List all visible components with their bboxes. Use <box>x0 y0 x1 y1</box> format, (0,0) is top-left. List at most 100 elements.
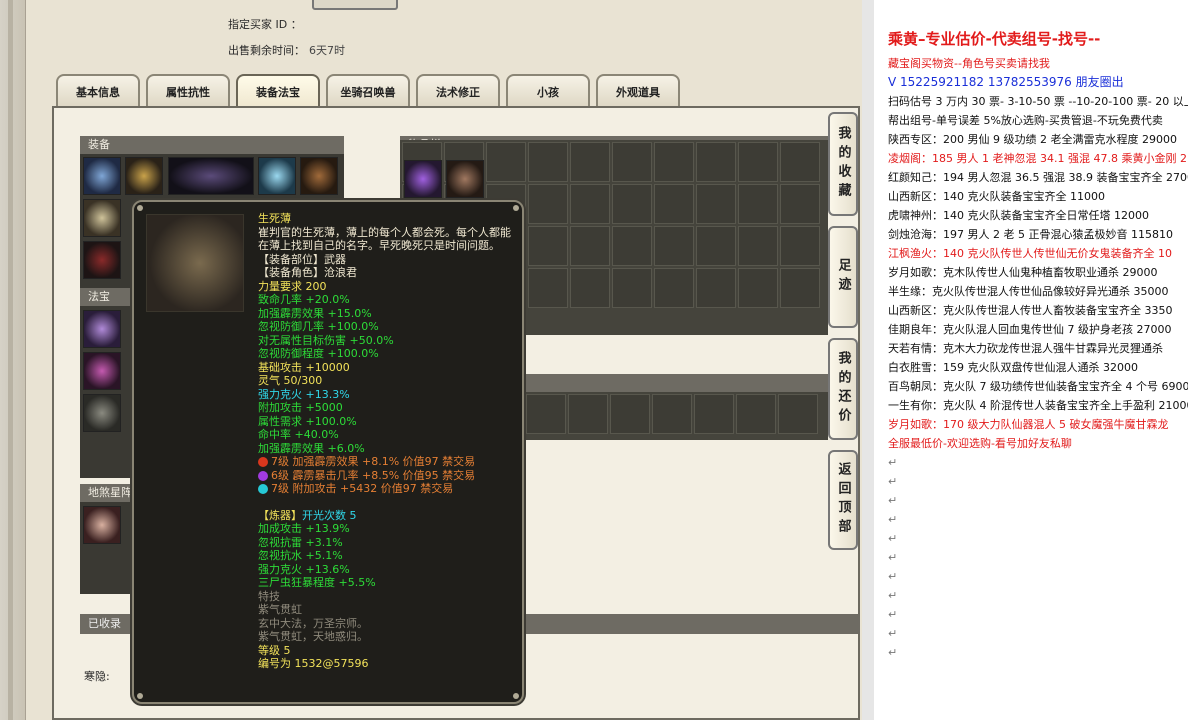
item-slot: 【装备部位】武器 <box>258 252 346 266</box>
bag-slot[interactable] <box>570 226 610 266</box>
item-requirement: 力量要求 200 <box>258 279 327 293</box>
bag-item-crystal[interactable] <box>404 160 442 198</box>
bag-slot[interactable] <box>526 394 566 434</box>
ad-line: 帮出组号-单号误差 5%放心选购-买贵管退-不玩免费代卖 <box>888 114 1163 127</box>
magic-header: 法宝 <box>80 288 132 306</box>
document-scrollbar[interactable] <box>862 0 874 720</box>
tab-appearance[interactable]: 外观道具 <box>596 74 680 108</box>
bag-slot[interactable] <box>696 142 736 182</box>
ad-line: 岁月如歌：170 级大力队仙器混人 5 破女魔强牛魔甘霖龙 <box>888 418 1169 431</box>
item-attr: 属性需求 +100.0% <box>258 414 357 428</box>
magic-item-1[interactable] <box>83 310 121 348</box>
remaining-time-label: 出售剩余时间： <box>228 44 305 57</box>
my-favorites-button[interactable]: 我的收藏 <box>828 112 858 216</box>
my-counteroffer-button[interactable]: 我的还价 <box>828 338 858 440</box>
bag-slot[interactable] <box>694 394 734 434</box>
footprint-button[interactable]: 足迹 <box>828 226 858 328</box>
bag-slot[interactable] <box>528 268 568 308</box>
gem-line: 7级 附加攻击 +5432 价值97 禁交易 <box>258 482 518 496</box>
purple-gem-icon <box>258 470 268 481</box>
refine-attr: 三尸虫狂暴程度 +5.5% <box>258 576 376 589</box>
magic-item-2[interactable] <box>83 352 121 390</box>
bag-slot[interactable] <box>528 226 568 266</box>
remaining-time-value: 6天7时 <box>309 44 345 57</box>
bag-slot[interactable] <box>780 268 820 308</box>
item-attr: 忽视防御几率 +100.0% <box>258 320 379 333</box>
bag-slot[interactable] <box>528 142 568 182</box>
bag-slot[interactable] <box>612 184 652 224</box>
bag-slot[interactable] <box>780 226 820 266</box>
refine-label: 【炼器】 <box>258 508 302 522</box>
ad-line: 百鸟朝凤：克火队 7 级功绩传世仙装备宝宝齐全 4 个号 6900 <box>888 380 1188 393</box>
paragraph-return: ↵ <box>888 532 898 545</box>
tab-spells[interactable]: 法术修正 <box>416 74 500 108</box>
item-attr: 致命几率 +20.0% <box>258 293 350 306</box>
bag-slot[interactable] <box>654 268 694 308</box>
bag-slot[interactable] <box>654 226 694 266</box>
bag-slot[interactable] <box>612 226 652 266</box>
magic-item-3[interactable] <box>83 394 121 432</box>
bag-slot[interactable] <box>528 184 568 224</box>
bag-item-scroll[interactable] <box>446 160 484 198</box>
paragraph-return: ↵ <box>888 513 898 526</box>
ad-line: 全服最低价-欢迎选购-看号加好友私聊 <box>888 437 1072 450</box>
weapon-item[interactable] <box>83 199 121 237</box>
bag-slot[interactable] <box>696 268 736 308</box>
bag-slot[interactable] <box>654 142 694 182</box>
bag-slot[interactable] <box>570 184 610 224</box>
cyan-gem-icon <box>258 484 268 494</box>
shoes-item[interactable] <box>83 241 121 279</box>
bag-slot[interactable] <box>610 394 650 434</box>
tab-equipment[interactable]: 装备法宝 <box>236 74 320 108</box>
tab-mounts[interactable]: 坐骑召唤兽 <box>326 74 410 108</box>
remaining-time-row: 出售剩余时间： 6天7时 <box>228 42 345 58</box>
tab-children[interactable]: 小孩 <box>506 74 590 108</box>
buyer-id-row: 指定买家 ID ： <box>228 16 302 32</box>
item-attr: 附加攻击 +5000 <box>258 401 343 414</box>
item-attr: 命中率 +40.0% <box>258 428 339 441</box>
ad-line: 藏宝阁买物资--角色号买卖请找我 <box>888 57 1050 70</box>
item-base-attack: 基础攻击 +10000 <box>258 360 350 374</box>
gem-line: 6级 霹雳暴击几率 +8.5% 价值95 禁交易 <box>258 469 518 483</box>
item-attr: 对无属性目标伤害 +50.0% <box>258 333 394 347</box>
paragraph-return: ↵ <box>888 608 898 621</box>
bag-slot[interactable] <box>736 394 776 434</box>
bag-slot[interactable] <box>612 142 652 182</box>
bag-slot[interactable] <box>696 184 736 224</box>
ad-line: 山西新区：克火队传世混人传世人畜牧装备宝宝齐全 3350 <box>888 304 1173 317</box>
bag-slot[interactable] <box>612 268 652 308</box>
bag-slot[interactable] <box>570 142 610 182</box>
ad-returns: ↵ ↵ ↵ ↵ ↵ ↵ ↵ ↵ ↵ ↵ ↵ <box>888 453 1188 662</box>
bag-slot[interactable] <box>738 226 778 266</box>
bag-slot[interactable] <box>486 142 526 182</box>
ad-title: 乘黄–专业估价-代卖组号-找号-- <box>888 30 1101 48</box>
bag-slot[interactable] <box>654 184 694 224</box>
bag-slot[interactable] <box>570 268 610 308</box>
bag-slot[interactable] <box>738 268 778 308</box>
gem-text: 7级 附加攻击 +5432 价值97 禁交易 <box>271 482 454 495</box>
bag-slot[interactable] <box>696 226 736 266</box>
ad-line: 红颜知己：194 男人忽混 36.5 强混 38.9 装备宝宝齐全 2700 <box>888 171 1188 184</box>
bag-slot[interactable] <box>778 394 818 434</box>
bag-slot[interactable] <box>780 142 820 182</box>
bag-slot[interactable] <box>738 184 778 224</box>
tab-basic-info[interactable]: 基本信息 <box>56 74 140 108</box>
back-to-top-button[interactable]: 返回顶部 <box>828 450 858 550</box>
ad-line: 半生缘：克火队传世混人传世仙品像较好异光通杀 35000 <box>888 285 1169 298</box>
necklace-item[interactable] <box>125 157 163 195</box>
tab-attributes[interactable]: 属性抗性 <box>146 74 230 108</box>
tooltip-corner <box>513 205 519 211</box>
bag-slot[interactable] <box>780 184 820 224</box>
bag-slot[interactable] <box>738 142 778 182</box>
equipment-header: 装备 <box>80 136 344 154</box>
bag-slot[interactable] <box>568 394 608 434</box>
bag-slot[interactable] <box>652 394 692 434</box>
ad-lines: 扫码估号 3 万内 30 票- 3-10-50 票 --10-20-100 票-… <box>888 92 1188 453</box>
helmet-item[interactable] <box>83 157 121 195</box>
stars-header: 地煞星阵 <box>80 484 132 502</box>
star-item[interactable] <box>83 506 121 544</box>
armor-item[interactable] <box>258 157 296 195</box>
belt-item[interactable] <box>300 157 338 195</box>
top-button[interactable] <box>312 0 398 10</box>
ad-line: 白衣胜雪：159 克火队双盘传世仙混人通杀 32000 <box>888 361 1138 374</box>
